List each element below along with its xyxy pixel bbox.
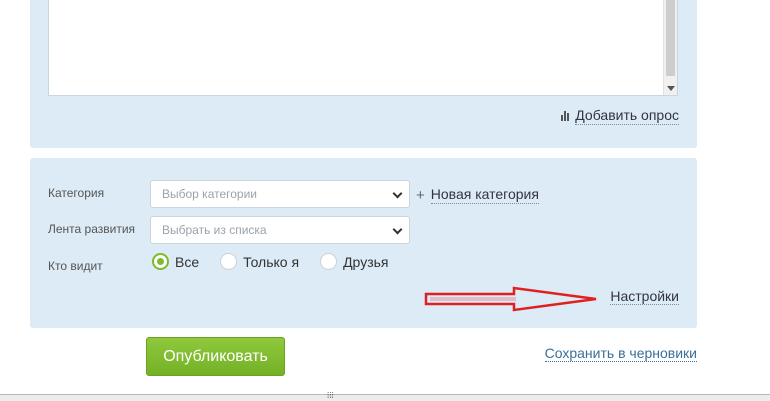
add-poll-label: Добавить опрос — [575, 107, 679, 125]
bar-chart-icon — [561, 111, 570, 121]
plus-icon: + — [416, 186, 425, 204]
publish-button[interactable]: Опубликовать — [146, 337, 285, 376]
visibility-option-all[interactable]: Все — [152, 253, 199, 270]
chevron-down-icon — [392, 224, 403, 235]
visibility-option-label: Все — [175, 253, 200, 270]
radio-unchecked-icon[interactable] — [220, 253, 238, 270]
save-draft-label: Сохранить в черновики — [544, 345, 697, 362]
settings-link[interactable]: Настройки — [610, 288, 679, 305]
add-poll-link[interactable]: Добавить опрос — [561, 107, 679, 125]
visibility-option-friends[interactable]: Друзья — [320, 253, 388, 270]
category-label: Категория — [48, 186, 105, 200]
category-select[interactable]: Выбор категории — [150, 180, 410, 208]
scrollbar-thumb[interactable] — [666, 0, 675, 76]
red-arrow-icon — [424, 286, 597, 312]
settings-label: Настройки — [610, 288, 679, 305]
post-text-area[interactable] — [48, 0, 678, 96]
visibility-label: Кто видит — [48, 259, 103, 273]
text-area-scrollbar[interactable] — [663, 0, 677, 95]
radio-checked-icon[interactable] — [152, 253, 169, 270]
radio-unchecked-icon[interactable] — [320, 253, 338, 270]
chevron-down-icon — [392, 188, 403, 199]
window-bottom-bar: ⁞⁞⁞ — [0, 391, 770, 401]
feed-select[interactable]: Выбрать из списка — [150, 216, 410, 244]
resize-grip-icon[interactable]: ⁞⁞⁞ — [327, 391, 334, 400]
scroll-down-arrow-icon[interactable] — [667, 86, 675, 91]
visibility-option-label: Друзья — [343, 253, 389, 270]
new-category-label: Новая категория — [430, 186, 539, 204]
feed-label: Лента развития — [48, 222, 136, 236]
visibility-option-only-me[interactable]: Только я — [220, 253, 299, 270]
editor-panel: Добавить опрос — [30, 0, 697, 148]
save-draft-link[interactable]: Сохранить в черновики — [544, 345, 697, 362]
visibility-radio-group: Все Только я Друзья — [152, 253, 409, 270]
feed-select-value: Выбрать из списка — [162, 223, 267, 237]
category-select-value: Выбор категории — [162, 187, 258, 201]
visibility-option-label: Только я — [243, 253, 300, 270]
new-category-link[interactable]: + Новая категория — [416, 186, 539, 204]
